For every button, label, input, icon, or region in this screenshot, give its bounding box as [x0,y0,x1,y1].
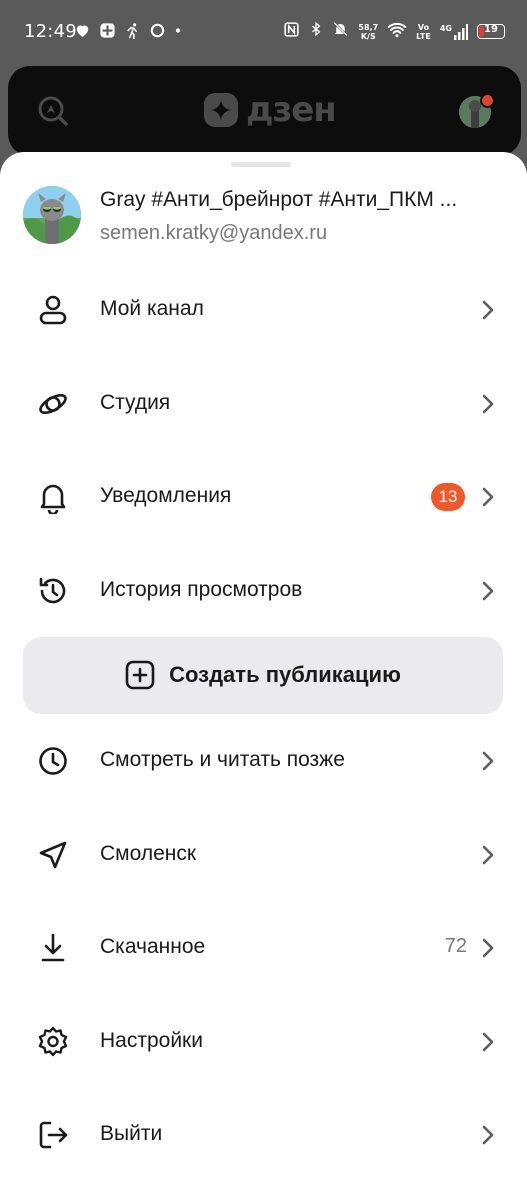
bluetooth-icon [309,20,323,43]
status-bar: 12:49 58,7 K/S Vo LTE 4G 19 [0,0,527,66]
menu-label: Скачанное [100,935,206,958]
menu-label: Студия [100,391,171,414]
plus-square-icon [125,660,155,690]
logout-icon [36,1118,70,1152]
menu-item-history[interactable]: История просмотров [0,551,527,631]
nfc-icon [283,21,300,43]
app-header: дзен [8,66,521,156]
profile-name: Gray #Анти_брейнрот #Анти_ПКМ ... [100,188,458,211]
sheet-grabber[interactable] [231,162,291,167]
heart-icon [74,22,91,39]
profile-avatar [23,186,81,244]
create-publication-label: Создать публикацию [169,662,401,687]
menu-label: Смоленск [100,842,197,865]
menu-item-studio[interactable]: Студия [0,364,527,444]
menu-item-notifications[interactable]: Уведомления 13 [0,457,527,537]
profile-menu-sheet: Gray #Анти_брейнрот #Анти_ПКМ ... semen.… [0,152,527,1200]
network-speed-unit: K/S [360,31,376,41]
location-arrow-icon [36,838,70,872]
chevron-right-icon [477,393,499,415]
app-grid-icon [99,22,116,39]
chevron-right-icon [477,1031,499,1053]
cell-signal: 4G [439,23,468,40]
battery-level: 19 [484,24,498,35]
logo-star-icon [204,93,238,127]
menu-label: История просмотров [100,578,303,601]
create-publication-button[interactable]: Создать публикацию [23,637,503,714]
chevron-right-icon [477,937,499,959]
notification-dot [480,93,495,108]
app-logo: дзен [204,90,337,130]
volte-bottom: LTE [416,31,431,41]
network-speed-value: 58,7 [358,22,379,32]
menu-item-watch-later[interactable]: Смотреть и читать позже [0,721,527,801]
chevron-right-icon [477,580,499,602]
network-speed: 58,7 K/S [358,23,378,41]
menu-label: Смотреть и читать позже [100,748,345,771]
menu-label: Настройки [100,1029,203,1052]
menu-label: Выйти [100,1122,163,1145]
search-icon[interactable] [36,94,70,128]
chevron-right-icon [477,750,499,772]
runner-icon [124,22,141,40]
notifications-badge: 13 [431,483,465,511]
gear-icon [36,1025,70,1059]
download-icon [36,931,70,965]
more-dot-icon [174,22,184,39]
menu-item-downloads[interactable]: Скачанное 72 [0,908,527,988]
system-icons: 58,7 K/S Vo LTE 4G 19 [283,20,505,43]
volte-top: Vo [417,22,430,32]
orbit-icon [36,387,70,421]
menu-item-logout[interactable]: Выйти [0,1095,527,1175]
muted-bell-icon [332,20,349,43]
chevron-right-icon [477,486,499,508]
history-icon [36,574,70,608]
downloads-count: 72 [444,935,467,957]
chevron-right-icon [477,844,499,866]
logo-text: дзен [246,90,337,130]
menu-label: Уведомления [100,484,232,507]
battery-indicator: 19 [477,24,505,39]
chevron-right-icon [477,1124,499,1146]
user-icon [36,293,70,327]
status-time: 12:49 [24,21,77,42]
chevron-right-icon [477,299,499,321]
volte-indicator: Vo LTE [416,23,431,41]
profile-header[interactable]: Gray #Анти_брейнрот #Анти_ПКМ ... semen.… [0,182,527,252]
clock-icon [36,744,70,778]
bell-icon [36,480,70,516]
wifi-icon [387,21,407,43]
menu-item-my-channel[interactable]: Мой канал [0,270,527,350]
notification-icons [74,22,184,40]
signal-type: 4G [439,23,452,33]
menu-item-location[interactable]: Смоленск [0,815,527,895]
menu-label: Мой канал [100,297,204,320]
chat-bubble-icon [149,22,166,39]
profile-email: semen.kratky@yandex.ru [100,222,328,244]
signal-bars-icon [454,23,468,40]
menu-item-settings[interactable]: Настройки [0,1002,527,1082]
